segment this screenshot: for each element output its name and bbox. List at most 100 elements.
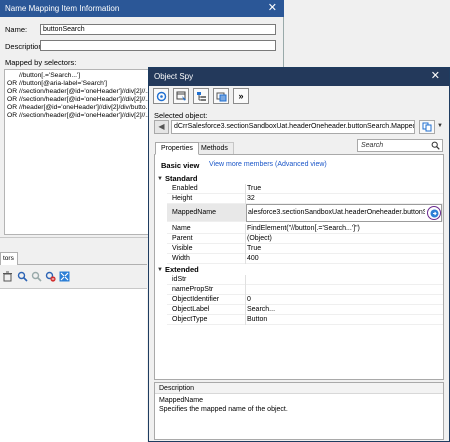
search-placeholder: Search [361, 142, 384, 149]
mapped-by-selectors-label: Mapped by selectors: [5, 58, 77, 67]
selected-object-field[interactable]: dCrrSalesforce3.sectionSandboxUat.header… [171, 120, 415, 134]
chevron-down-icon: ▼ [157, 176, 163, 182]
arrow-left-icon: ◀ [158, 122, 165, 131]
crosshair-icon [156, 91, 166, 101]
tab-selectors[interactable]: tors [0, 252, 18, 265]
map-object-icon[interactable] [17, 271, 28, 282]
property-value: True [247, 185, 262, 192]
section-title: Standard [165, 174, 198, 183]
property-name: Enabled [172, 185, 198, 192]
delete-icon[interactable] [2, 271, 13, 282]
mapped-name-editor[interactable]: alesforce3.sectionSandboxUat.headerOnehe… [246, 204, 442, 222]
column-divider [245, 295, 246, 305]
double-chevron-right-icon: » [238, 91, 244, 101]
property-value: (Object) [247, 235, 272, 242]
section-standard[interactable]: ▼ Standard [155, 174, 443, 184]
selectors-text-area[interactable]: //button[.='Search...'] OR //button[@ari… [4, 69, 150, 235]
properties-grid: Basic view View more members (Advanced v… [154, 154, 444, 380]
name-mapping-title-bar[interactable]: Name Mapping Item Information ✕ [0, 0, 284, 17]
property-name: Visible [172, 245, 193, 252]
expand-icon[interactable] [59, 271, 70, 282]
map-object-icon [216, 92, 226, 101]
bottom-list-area [0, 288, 147, 442]
object-spy-close-icon[interactable]: ✕ [431, 68, 440, 85]
selector-text: //section/header[@id='oneHeader']//div[2… [19, 88, 150, 95]
copy-button[interactable] [419, 120, 435, 134]
bottom-toolbar [0, 268, 147, 284]
remove-mapping-icon[interactable] [45, 271, 56, 282]
column-divider [245, 254, 246, 264]
property-row[interactable]: Name FindElement("//button[.='Search...'… [167, 224, 443, 234]
selector-prefix: OR [7, 104, 18, 111]
selector-prefix: OR [7, 112, 18, 119]
description-input[interactable] [40, 40, 276, 51]
description-text: Specifies the mapped name of the object. [159, 406, 288, 413]
property-row[interactable]: Visible True [167, 244, 443, 254]
column-divider [245, 315, 246, 325]
column-divider [245, 285, 246, 295]
back-arrow-button[interactable]: ◀ [154, 120, 169, 134]
object-spy-window: Object Spy ✕ » Selected object: ◀ dCrrSa… [148, 67, 450, 442]
property-name: Name [172, 225, 191, 232]
column-divider [245, 234, 246, 244]
highlight-tree-button[interactable] [193, 88, 209, 104]
selector-text: //section/header[@id='oneHeader']//div[2… [19, 96, 150, 103]
find-object-icon[interactable] [31, 271, 42, 282]
property-value: FindElement("//button[.='Search...']") [247, 225, 360, 232]
description-header: Description [155, 383, 443, 394]
name-mapping-close-icon[interactable]: ✕ [268, 0, 277, 16]
advanced-view-link[interactable]: View more members (Advanced view) [209, 161, 327, 168]
property-row[interactable]: Width 400 [167, 254, 443, 264]
section-title: Extended [165, 265, 199, 274]
property-name: Width [172, 255, 190, 262]
tab-properties[interactable]: Properties [155, 142, 199, 155]
property-row[interactable]: ObjectIdentifier 0 [167, 295, 443, 305]
property-row[interactable]: namePropStr [167, 285, 443, 295]
go-to-mapped-object-icon[interactable] [427, 206, 441, 220]
property-value: True [247, 245, 262, 252]
window-cursor-icon [176, 91, 186, 100]
object-spy-title-bar[interactable]: Object Spy ✕ [149, 68, 449, 86]
property-row[interactable]: Height 32 [167, 194, 443, 204]
property-row[interactable]: Enabled True [167, 184, 443, 194]
column-divider [245, 224, 246, 234]
description-label: Description: [5, 42, 45, 51]
column-divider [245, 244, 246, 254]
property-name: Parent [172, 235, 193, 242]
point-and-fix-button[interactable] [173, 88, 189, 104]
property-name: ObjectIdentifier [172, 296, 220, 303]
bottom-tab-strip: tors [0, 252, 147, 265]
property-name: MappedName [172, 209, 216, 216]
selector-prefix: OR [7, 88, 18, 95]
column-divider [245, 275, 246, 285]
property-row[interactable]: idStr [167, 275, 443, 285]
property-row[interactable]: ObjectType Button [167, 315, 443, 325]
search-input[interactable]: Search [357, 139, 443, 152]
chevron-down-icon: ▼ [157, 267, 163, 273]
more-options-button[interactable]: » [233, 88, 249, 104]
selector-text: //button[@aria-label='Search'] [19, 80, 107, 87]
property-row[interactable]: Parent (Object) [167, 234, 443, 244]
map-object-button[interactable] [213, 88, 229, 104]
property-name: Height [172, 195, 193, 202]
property-row-selected[interactable]: MappedName alesforce3.sectionSandboxUat.… [167, 204, 443, 222]
selected-object-label: Selected object: [154, 111, 208, 120]
selector-prefix: OR [7, 96, 18, 103]
property-name: ObjectLabel [172, 306, 210, 313]
selector-text: //button[.='Search...'] [19, 72, 81, 79]
search-icon [431, 141, 440, 150]
property-value: 0 [247, 296, 251, 303]
description-panel: Description MappedName Specifies the map… [154, 382, 444, 440]
copy-dropdown-icon[interactable]: ▼ [437, 123, 443, 129]
spy-target-button[interactable] [153, 88, 169, 104]
section-extended[interactable]: ▼ Extended [155, 265, 443, 275]
property-row[interactable]: ObjectLabel Search... [167, 305, 443, 315]
column-divider [245, 184, 246, 194]
property-name: ObjectType [172, 316, 208, 323]
property-name: namePropStr [172, 286, 214, 293]
object-tree-icon [196, 91, 206, 101]
property-value: 400 [247, 255, 259, 262]
selector-text: //header[@id='oneHeader']//div[2]/div/bu… [19, 104, 150, 111]
object-spy-title: Object Spy [154, 72, 194, 81]
name-input[interactable]: buttonSearch [40, 24, 276, 35]
